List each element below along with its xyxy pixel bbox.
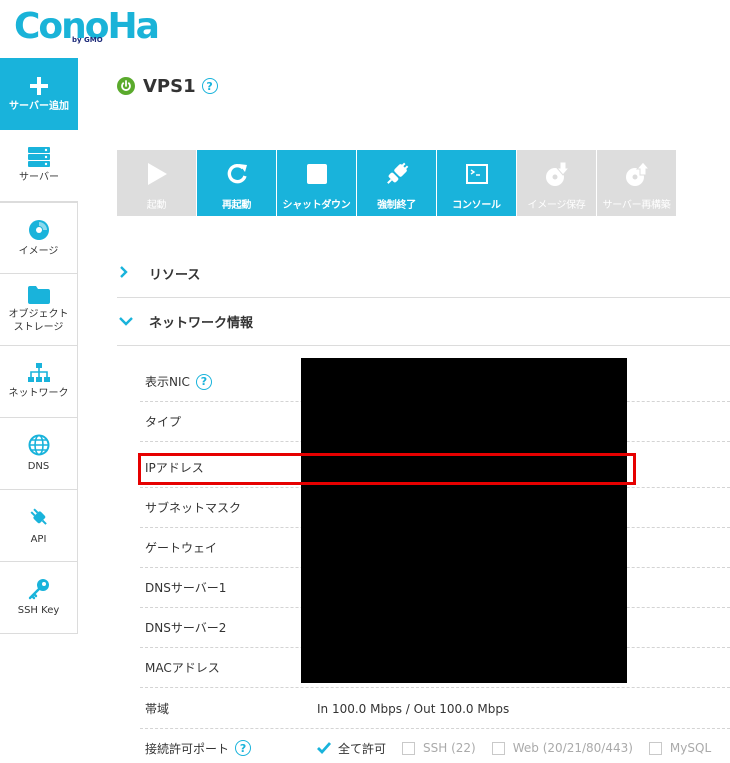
- help-icon[interactable]: ?: [201, 78, 218, 94]
- play-icon: [146, 150, 168, 192]
- sidebar-item-label: オブジェクト ストレージ: [8, 308, 69, 333]
- port-option-label: 全て許可: [338, 741, 387, 756]
- port-ssh-checkbox[interactable]: SSH (22): [402, 741, 476, 755]
- dns-server-2-label: DNSサーバー2: [145, 621, 227, 635]
- table-row: 接続許可ポート ? 全て許可 SSH (22) Web (20/21/80/44…: [140, 728, 730, 763]
- key-icon: [28, 578, 50, 600]
- globe-icon: [28, 434, 50, 456]
- type-label: タイプ: [145, 415, 182, 429]
- save-image-button-label: イメージ保存: [527, 200, 586, 211]
- sidebar-item-label: サーバー追加: [9, 100, 69, 112]
- row-label: 接続許可ポート ?: [140, 740, 317, 757]
- console-button-label: コンソール: [452, 200, 501, 211]
- gateway-label: ゲートウェイ: [145, 541, 218, 555]
- conoha-logo[interactable]: ConoHa by GMO: [14, 4, 160, 50]
- allowed-ports-label: 接続許可ポート: [145, 741, 230, 756]
- sidebar-item-label: サーバー: [19, 172, 59, 183]
- shutdown-button-label: シャットダウン: [282, 200, 351, 211]
- unplug-icon: [384, 150, 410, 192]
- disc-icon: [28, 219, 50, 241]
- allowed-ports-options: 全て許可 SSH (22) Web (20/21/80/443) MySQL: [317, 740, 727, 757]
- sidebar-item-object-storage[interactable]: オブジェクト ストレージ: [0, 274, 78, 346]
- port-web-checkbox[interactable]: Web (20/21/80/443): [491, 741, 633, 755]
- server-action-toolbar: 起動 再起動 シャットダウン 強制終了 コンソール イメージ保存 サーバー再構築: [117, 150, 677, 216]
- stop-icon: [306, 150, 327, 192]
- dns-server-1-label: DNSサーバー1: [145, 581, 227, 595]
- table-row: 帯域 In 100.0 Mbps / Out 100.0 Mbps: [140, 689, 730, 729]
- sidebar-item-servers[interactable]: サーバー: [0, 130, 78, 202]
- plus-icon: [29, 76, 49, 96]
- port-option-label: MySQL: [669, 741, 712, 755]
- sidebar-item-ssh-key[interactable]: SSH Key: [0, 562, 78, 634]
- folder-icon: [27, 285, 50, 304]
- plug-icon: [27, 505, 51, 529]
- reboot-button-label: 再起動: [221, 200, 252, 211]
- server-title-bar: VPS1 ?: [117, 74, 218, 98]
- shutdown-button[interactable]: シャットダウン: [277, 150, 356, 216]
- sidebar-item-label: ネットワーク: [8, 388, 69, 399]
- network-icon: [27, 363, 51, 383]
- port-mysql-checkbox[interactable]: MySQL: [648, 741, 712, 755]
- checkbox-box: [402, 741, 416, 755]
- help-icon[interactable]: ?: [195, 373, 212, 390]
- bandwidth-label: 帯域: [145, 702, 170, 716]
- save-image-button[interactable]: イメージ保存: [517, 150, 596, 216]
- display-nic-label: 表示NIC: [145, 375, 190, 389]
- console-button[interactable]: コンソール: [437, 150, 516, 216]
- resource-section-toggle[interactable]: リソース: [117, 250, 730, 298]
- reboot-button[interactable]: 再起動: [197, 150, 276, 216]
- bandwidth-value: In 100.0 Mbps / Out 100.0 Mbps: [317, 701, 510, 716]
- port-option-label: Web (20/21/80/443): [512, 741, 633, 755]
- sidebar-item-dns[interactable]: DNS: [0, 418, 78, 490]
- force-stop-button-label: 強制終了: [377, 200, 416, 211]
- sidebar: サーバー追加 サーバー イメージ オブジェクト ストレージ ネットワーク DNS: [0, 58, 78, 763]
- sidebar-item-images[interactable]: イメージ: [0, 202, 78, 274]
- start-button-label: 起動: [146, 200, 167, 211]
- checkbox-box: [491, 741, 505, 755]
- checkbox-box: [648, 741, 662, 755]
- power-status-icon: [117, 77, 135, 95]
- chevron-right-icon: [117, 265, 149, 282]
- logo-sub: by GMO: [72, 36, 103, 44]
- sidebar-item-label: イメージ: [18, 245, 59, 257]
- help-icon[interactable]: ?: [235, 740, 252, 756]
- checkmark-icon: [317, 741, 331, 755]
- mac-address-label: MACアドレス: [145, 661, 220, 675]
- ip-address-highlight-box: [138, 453, 636, 485]
- server-icon: [28, 147, 50, 167]
- network-section-label: ネットワーク情報: [149, 316, 254, 331]
- sidebar-item-api[interactable]: API: [0, 490, 78, 562]
- terminal-icon: [465, 150, 488, 192]
- sidebar-item-label: SSH Key: [17, 605, 60, 616]
- save-image-icon: [544, 150, 570, 192]
- resource-section-label: リソース: [149, 268, 201, 283]
- force-stop-button[interactable]: 強制終了: [357, 150, 436, 216]
- sidebar-item-network[interactable]: ネットワーク: [0, 346, 78, 418]
- port-allow-all-checkbox[interactable]: 全て許可: [317, 740, 386, 757]
- rebuild-icon: [624, 150, 650, 192]
- rebuild-server-button-label: サーバー再構築: [602, 200, 671, 211]
- subnet-mask-label: サブネットマスク: [145, 501, 242, 515]
- sidebar-item-label: API: [30, 534, 47, 545]
- port-option-label: SSH (22): [423, 741, 476, 755]
- restart-icon: [226, 150, 248, 192]
- sidebar-item-label: DNS: [27, 461, 50, 472]
- rebuild-server-button[interactable]: サーバー再構築: [597, 150, 676, 216]
- sidebar-item-add-server[interactable]: サーバー追加: [0, 58, 78, 130]
- start-button[interactable]: 起動: [117, 150, 196, 216]
- network-section-toggle[interactable]: ネットワーク情報: [117, 298, 730, 346]
- redacted-values-block: [301, 358, 627, 683]
- row-label: 表示NIC ?: [140, 373, 317, 390]
- page-title: VPS1: [143, 75, 196, 97]
- chevron-down-icon: [117, 314, 149, 330]
